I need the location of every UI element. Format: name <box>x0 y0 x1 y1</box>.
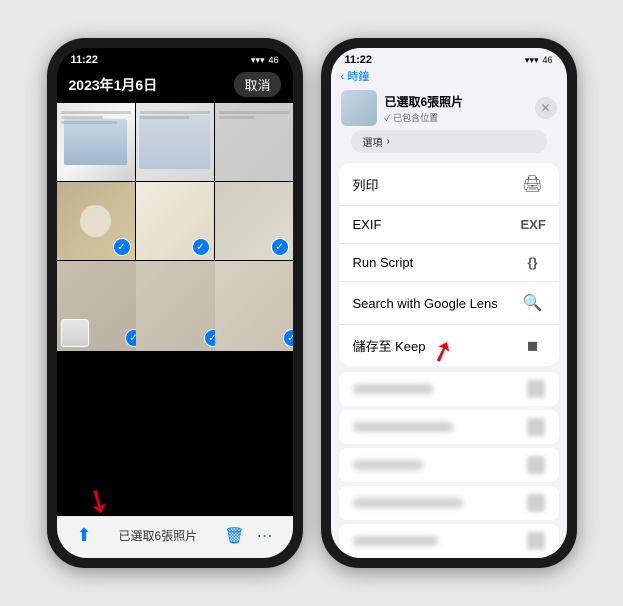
google-lens-label: Search with Google Lens <box>353 296 498 311</box>
photo-2[interactable] <box>136 103 214 181</box>
blurred-row-4 <box>339 486 559 520</box>
check-9: ✓ <box>283 329 293 347</box>
menu-item-google-lens[interactable]: Search with Google Lens 🔍 <box>339 282 559 325</box>
right-status-bar: 11:22 ▾▾▾ 46 <box>331 48 567 68</box>
keep-icon: ◼ <box>521 337 545 354</box>
photo-7[interactable]: ✓ <box>57 261 147 351</box>
left-phone-screen: 11:22 ▾▾▾ 46 2023年1月6日 取消 <box>57 48 293 558</box>
photo-8[interactable]: ✓ <box>136 261 226 351</box>
photo-row-1 <box>57 103 293 181</box>
blurred-icon-4 <box>527 494 545 512</box>
check-6: ✓ <box>271 238 289 256</box>
blurred-icon-2 <box>527 418 545 436</box>
delete-button[interactable]: 🗑 <box>224 526 244 546</box>
blurred-text-3 <box>353 460 423 470</box>
photo-9[interactable]: ✓ <box>215 261 293 351</box>
options-area: 選項 › <box>331 130 567 163</box>
left-status-icons: ▾▾▾ 46 <box>251 55 279 66</box>
header-title: 已選取6張照片 <box>385 93 527 110</box>
print-label: 列印 <box>353 175 379 194</box>
options-label: 選項 <box>363 134 383 149</box>
signal-icon: 46 <box>268 55 278 65</box>
bottom-right-icons: 🗑 ⋯ <box>224 526 272 546</box>
right-phone: 11:22 ▾▾▾ 46 ‹ 時鐘 已選取6張照片 <box>321 38 577 568</box>
exif-label: EXIF <box>353 217 382 232</box>
blurred-icon-5 <box>527 532 545 550</box>
right-signal-icon: 46 <box>542 55 552 65</box>
main-container: 11:22 ▾▾▾ 46 2023年1月6日 取消 <box>31 22 593 584</box>
blurred-row-5 <box>339 524 559 558</box>
options-button[interactable]: 選項 › <box>351 130 547 153</box>
right-phone-screen: 11:22 ▾▾▾ 46 ‹ 時鐘 已選取6張照片 <box>331 48 567 558</box>
photo-row-3: ✓ ✓ ✓ <box>57 261 293 351</box>
more-button[interactable]: ⋯ <box>257 526 273 546</box>
blurred-text-1 <box>353 384 433 394</box>
blurred-icon-1 <box>527 380 545 398</box>
right-wifi-icon: ▾▾▾ <box>525 55 539 66</box>
check-4: ✓ <box>113 238 131 256</box>
chevron-right-icon: › <box>387 136 390 147</box>
photo-5[interactable]: ✓ <box>136 182 214 260</box>
left-status-bar: 11:22 ▾▾▾ 46 <box>57 48 293 68</box>
wifi-icon: ▾▾▾ <box>251 55 265 66</box>
print-icon: 🖨 <box>521 174 545 194</box>
run-script-label: Run Script <box>353 255 414 270</box>
exif-icon: EXF <box>521 217 545 232</box>
script-icon: {} <box>521 255 545 270</box>
right-header-bar: 已選取6張照片 ✓ 已包含位置 ✕ <box>331 86 567 130</box>
right-status-icons: ▾▾▾ 46 <box>525 55 553 66</box>
photo-4[interactable]: ✓ <box>57 182 135 260</box>
blurred-row-2 <box>339 410 559 444</box>
left-time: 11:22 <box>71 54 99 66</box>
photo-6[interactable]: ✓ <box>215 182 293 260</box>
left-phone: 11:22 ▾▾▾ 46 2023年1月6日 取消 <box>47 38 303 568</box>
cancel-button[interactable]: 取消 <box>234 72 280 97</box>
left-header: 2023年1月6日 取消 <box>57 68 293 103</box>
blurred-text-5 <box>353 536 438 546</box>
header-thumbnail <box>341 90 377 126</box>
keep-label: 儲存至 Keep <box>353 336 426 355</box>
lens-icon: 🔍 <box>521 293 545 313</box>
photo-row-2: ✓ ✓ ✓ <box>57 182 293 260</box>
right-time: 11:22 <box>345 54 373 66</box>
menu-item-exif[interactable]: EXIF EXF <box>339 206 559 244</box>
menu-item-print[interactable]: 列印 🖨 <box>339 163 559 206</box>
back-nav: ‹ 時鐘 <box>331 68 567 86</box>
blurred-icon-3 <box>527 456 545 474</box>
menu-item-run-script[interactable]: Run Script {} <box>339 244 559 282</box>
photo-date: 2023年1月6日 <box>69 75 158 95</box>
close-button[interactable]: ✕ <box>535 97 557 119</box>
back-button[interactable]: ‹ 時鐘 <box>341 68 370 84</box>
left-bottom-bar: ➘ ⬆ 已選取6張照片 🗑 ⋯ <box>57 516 293 558</box>
photo-1[interactable] <box>57 103 135 181</box>
blurred-text-4 <box>353 498 463 508</box>
header-info: 已選取6張照片 ✓ 已包含位置 <box>385 93 527 124</box>
blurred-row-3 <box>339 448 559 482</box>
selected-count-text: 已選取6張照片 <box>119 527 198 544</box>
header-subtitle: ✓ 已包含位置 <box>385 111 527 124</box>
blurred-text-2 <box>353 422 453 432</box>
share-button[interactable]: ⬆ <box>77 525 92 546</box>
photo-3[interactable] <box>215 103 293 181</box>
blurred-items <box>339 372 559 558</box>
blurred-row-1 <box>339 372 559 406</box>
check-5: ✓ <box>192 238 210 256</box>
